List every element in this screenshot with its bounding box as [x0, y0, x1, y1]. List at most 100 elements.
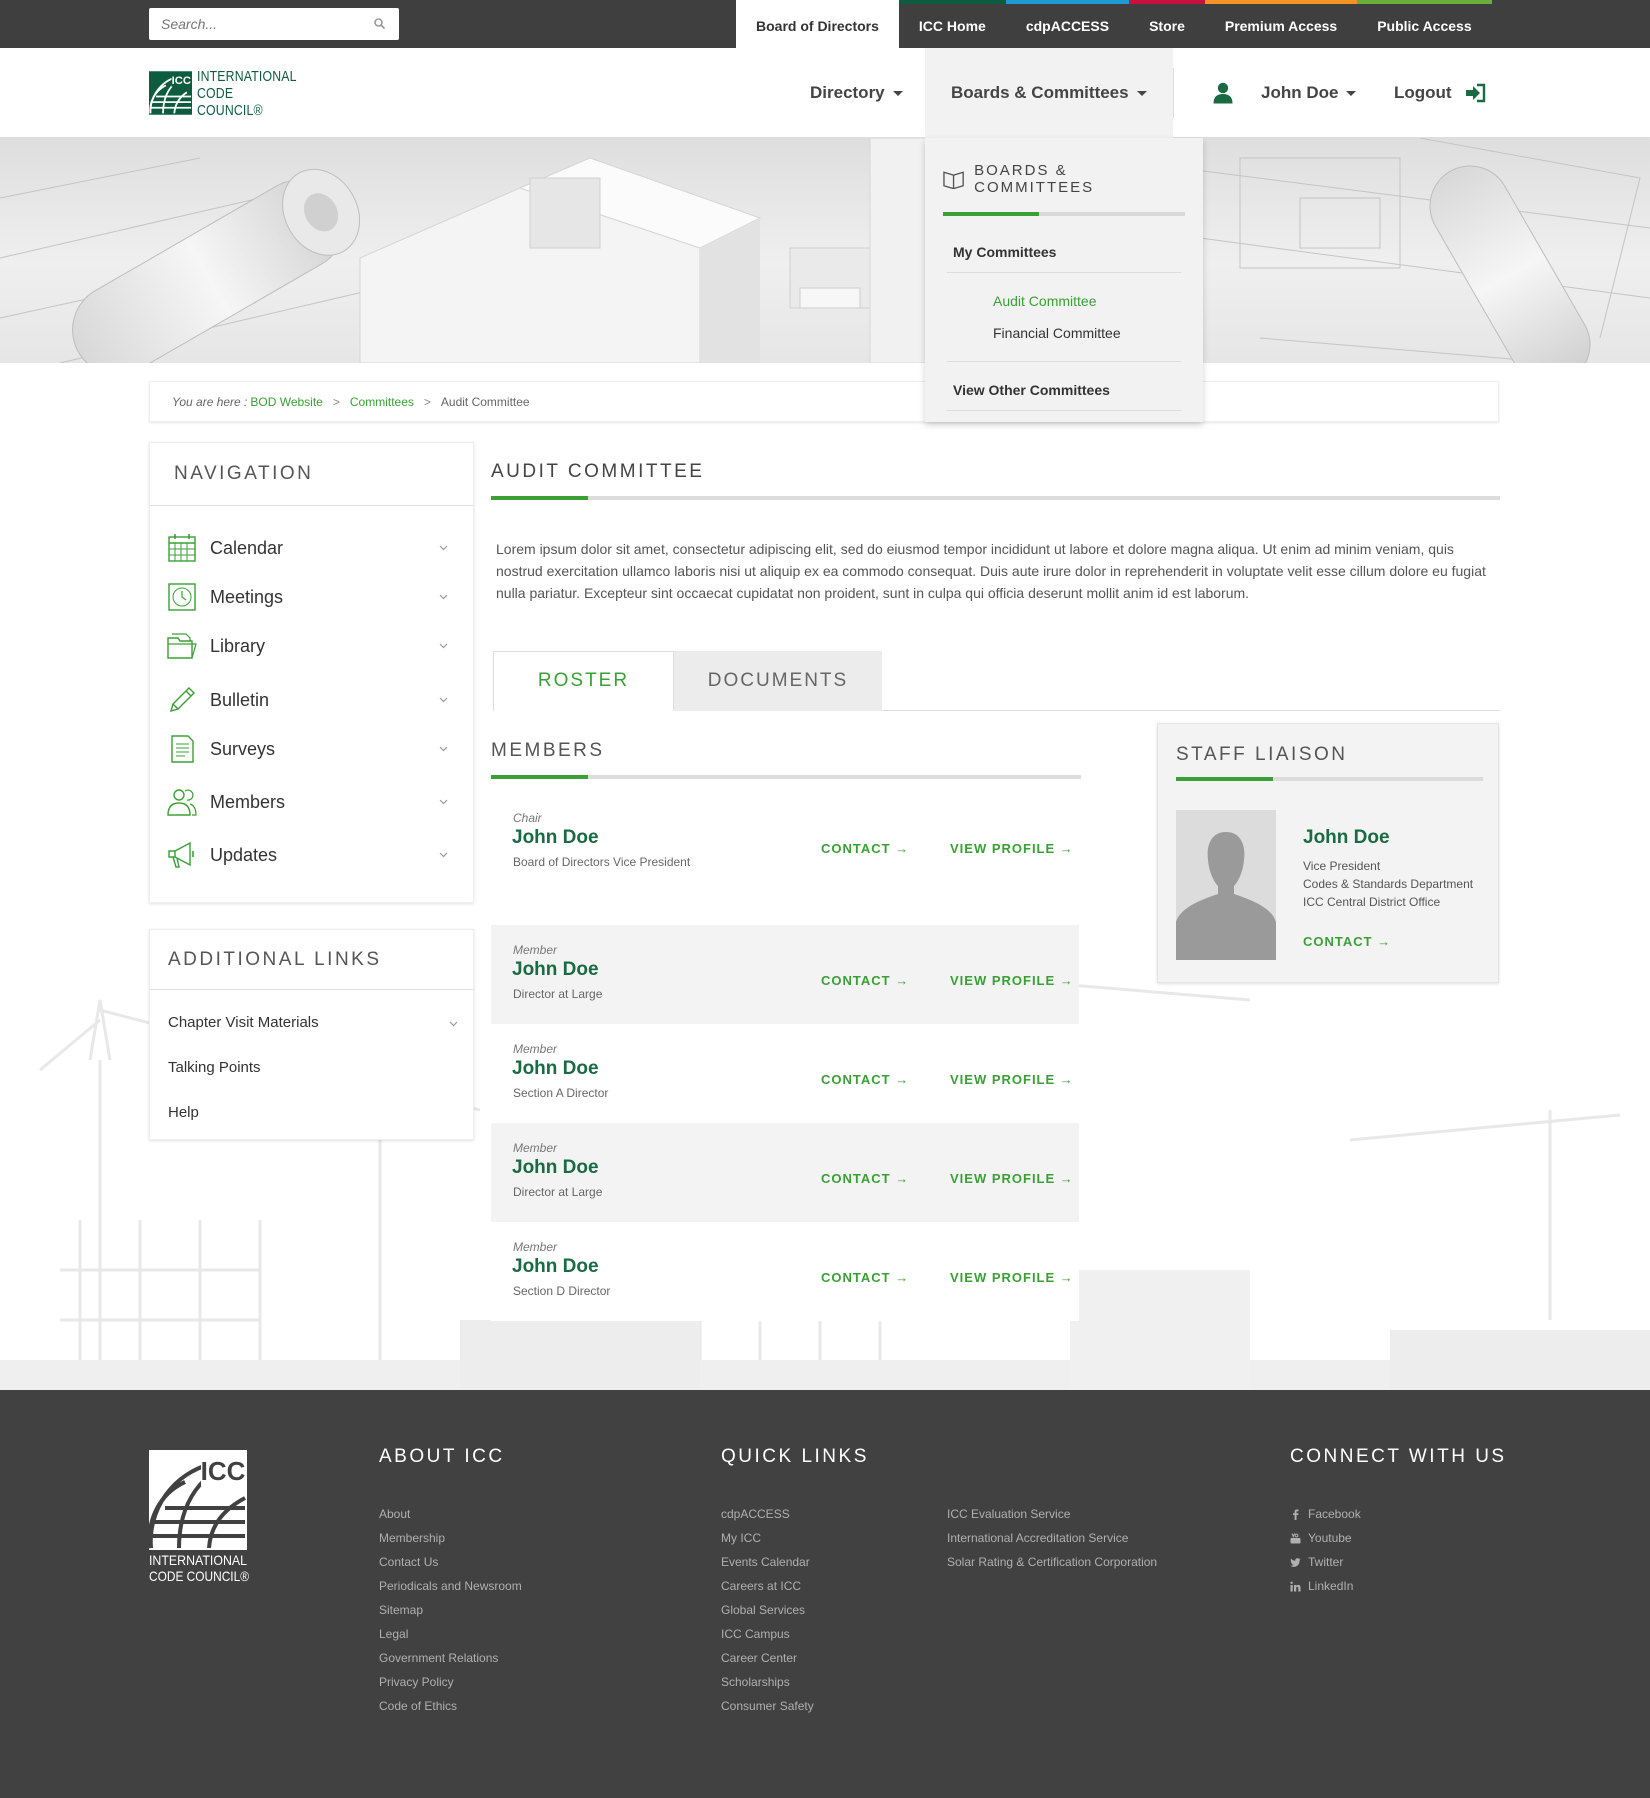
breadcrumb-bod-website[interactable]: BOD Website — [250, 395, 322, 409]
contact-link[interactable]: CONTACT → — [821, 841, 909, 856]
dropdown-title-label: BOARDS & COMMITTEES — [974, 162, 1095, 196]
content-tabs: ROSTER DOCUMENTS — [493, 651, 882, 711]
member-title: Director at Large — [513, 987, 603, 1001]
link-chapter-visit-materials[interactable]: Chapter Visit Materials — [168, 1014, 458, 1031]
nav-item-label: Updates — [210, 844, 278, 865]
nav-item-label: Meetings — [210, 586, 284, 607]
search-input[interactable] — [149, 8, 359, 40]
footer-link[interactable]: My ICC — [721, 1526, 814, 1550]
tab-store[interactable]: Store — [1129, 0, 1205, 48]
footer-link[interactable]: Government Relations — [379, 1646, 522, 1670]
nav-item-members[interactable]: Members — [166, 782, 458, 822]
page-title-underline — [491, 496, 1500, 500]
link-help[interactable]: Help — [168, 1104, 199, 1121]
social-linkedin[interactable]: LinkedIn — [1290, 1574, 1361, 1598]
footer-link[interactable]: Sitemap — [379, 1598, 522, 1622]
footer-link[interactable]: About — [379, 1502, 522, 1526]
members-title: MEMBERS — [491, 740, 605, 761]
icc-logo[interactable]: ICC INTERNATIONAL CODE COUNCIL® — [149, 62, 319, 124]
member-title: Board of Directors Vice President — [513, 855, 691, 869]
view-profile-link[interactable]: VIEW PROFILE → — [950, 1270, 1074, 1285]
nav-divider — [1173, 68, 1174, 118]
footer-link[interactable]: Membership — [379, 1526, 522, 1550]
footer-link[interactable]: Consumer Safety — [721, 1694, 814, 1718]
view-profile-link[interactable]: VIEW PROFILE → — [950, 1171, 1074, 1186]
footer-link[interactable]: Privacy Policy — [379, 1670, 522, 1694]
footer-icc-logo[interactable]: ICC INTERNATIONAL CODE COUNCIL® — [147, 1450, 250, 1584]
icc-globe-logo-icon: ICC INTERNATIONAL CODE COUNCIL® — [147, 1450, 250, 1584]
contact-link[interactable]: CONTACT → — [821, 1270, 909, 1285]
chevron-down-icon — [449, 1021, 458, 1027]
clock-icon — [168, 583, 196, 611]
breadcrumb-prefix: You are here : — [172, 394, 248, 409]
dropdown-view-other-committees[interactable]: View Other Committees — [943, 362, 1185, 398]
nav-item-label: Surveys — [210, 738, 276, 759]
tab-premium-access[interactable]: Premium Access — [1204, 0, 1358, 48]
logout-button[interactable]: Logout — [1394, 48, 1486, 138]
contact-link[interactable]: CONTACT → — [821, 1171, 909, 1186]
member-name: John Doe — [512, 1256, 599, 1277]
logout-label: Logout — [1394, 83, 1452, 102]
tab-cdpaccess[interactable]: cdpACCESS — [1005, 0, 1130, 48]
footer-link[interactable]: Contact Us — [379, 1550, 522, 1574]
footer-link[interactable]: Periodicals and Newsroom — [379, 1574, 522, 1598]
footer-link[interactable]: Scholarships — [721, 1670, 814, 1694]
footer-link[interactable]: ICC Campus — [721, 1622, 814, 1646]
navigation-title: NAVIGATION — [150, 443, 473, 506]
tab-public-access[interactable]: Public Access — [1357, 0, 1492, 48]
breadcrumb-committees[interactable]: Committees — [350, 395, 414, 409]
view-profile-link[interactable]: VIEW PROFILE → — [950, 973, 1074, 988]
footer-link[interactable]: ICC Evaluation Service — [947, 1502, 1157, 1526]
dropdown-item-audit-committee[interactable]: Audit Committee — [943, 293, 1185, 309]
nav-item-updates[interactable]: Updates — [166, 835, 458, 875]
footer-link[interactable]: Global Services — [721, 1598, 814, 1622]
nav-item-label: Calendar — [210, 537, 284, 558]
footer-link[interactable]: Career Center — [721, 1646, 814, 1670]
staff-liaison-line: Codes & Standards Department — [1303, 877, 1474, 891]
search-icon[interactable] — [373, 17, 387, 31]
dropdown-item-financial-committee[interactable]: Financial Committee — [943, 325, 1185, 341]
contact-link[interactable]: CONTACT → — [821, 973, 909, 988]
member-role: Chair — [513, 811, 542, 825]
nav-item-meetings[interactable]: Meetings — [166, 577, 458, 617]
tab-documents[interactable]: DOCUMENTS — [674, 651, 882, 711]
social-youtube[interactable]: Youtube — [1290, 1526, 1361, 1550]
view-profile-link[interactable]: VIEW PROFILE → — [950, 841, 1074, 856]
footer-link[interactable]: Careers at ICC — [721, 1574, 814, 1598]
nav-item-label: Library — [210, 635, 266, 656]
dropdown-my-committees[interactable]: My Committees — [943, 216, 1185, 260]
breadcrumb-separator: > — [332, 394, 340, 409]
footer-link[interactable]: Legal — [379, 1622, 522, 1646]
footer-link[interactable]: Code of Ethics — [379, 1694, 522, 1718]
nav-directory[interactable]: Directory — [810, 48, 903, 138]
chevron-down-icon — [439, 799, 448, 805]
footer-link[interactable]: Solar Rating & Certification Corporation — [947, 1550, 1157, 1574]
tab-icc-home[interactable]: ICC Home — [898, 0, 1006, 48]
link-talking-points[interactable]: Talking Points — [168, 1059, 261, 1076]
footer-link[interactable]: cdpACCESS — [721, 1502, 814, 1526]
social-label: Youtube — [1308, 1531, 1352, 1545]
nav-user-menu[interactable]: John Doe — [1213, 48, 1357, 138]
breadcrumb-current: Audit Committee — [440, 394, 530, 409]
tab-board-of-directors[interactable]: Board of Directors — [736, 0, 899, 48]
nav-item-label: Members — [210, 791, 286, 812]
nav-boards-committees[interactable]: Boards & Committees — [925, 48, 1173, 138]
folder-icon — [167, 633, 197, 659]
hero-banner — [0, 138, 1650, 363]
tab-roster[interactable]: ROSTER — [493, 651, 674, 711]
svg-text:CODE COUNCIL®: CODE COUNCIL® — [149, 1568, 249, 1582]
member-role: Member — [513, 1042, 558, 1056]
social-facebook[interactable]: Facebook — [1290, 1502, 1361, 1526]
footer-link[interactable]: International Accreditation Service — [947, 1526, 1157, 1550]
chevron-down-icon — [439, 545, 448, 551]
nav-item-calendar[interactable]: Calendar — [166, 528, 458, 568]
nav-item-library[interactable]: Library — [166, 626, 458, 666]
footer-link[interactable]: Events Calendar — [721, 1550, 814, 1574]
staff-liaison-contact-link[interactable]: CONTACT → — [1303, 934, 1391, 949]
nav-item-bulletin[interactable]: Bulletin — [166, 680, 458, 720]
nav-item-surveys[interactable]: Surveys — [166, 729, 458, 769]
contact-link[interactable]: CONTACT → — [821, 1072, 909, 1087]
site-header: ICC INTERNATIONAL CODE COUNCIL® Director… — [0, 48, 1650, 138]
social-twitter[interactable]: Twitter — [1290, 1550, 1361, 1574]
view-profile-link[interactable]: VIEW PROFILE → — [950, 1072, 1074, 1087]
